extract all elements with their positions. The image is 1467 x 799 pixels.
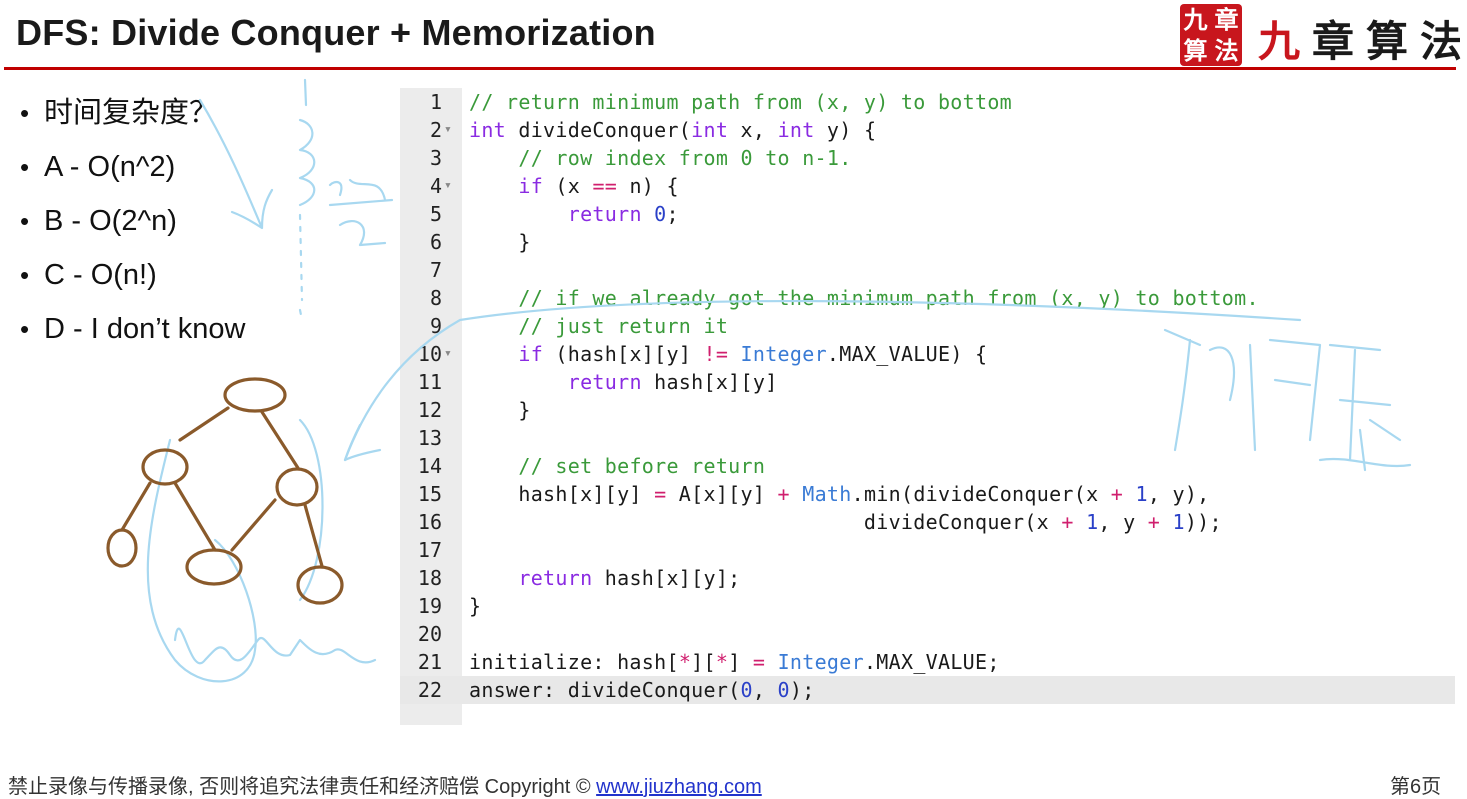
question-prompt: 时间复杂度？ [20,92,245,146]
tree-node-shared [185,548,243,586]
line-number: 12 [417,398,442,422]
code-line: 7 [400,256,1455,284]
page-number: 第6页 [1390,776,1442,798]
code-line: 4 ▾ if (x == n) { [400,172,1455,200]
tree-edge [178,406,230,442]
line-number: 13 [417,426,442,450]
line-number: 11 [417,370,442,394]
tree-node-right-right [296,565,344,605]
code-line: 11 return hash[x][y] [400,368,1455,396]
code-text: } [469,230,531,254]
code-line: 15 hash[x][y] = A[x][y] + Math.min(divid… [400,480,1455,508]
line-number: 10 [417,342,442,366]
tree-edge [230,498,277,552]
line-number: 21 [417,650,442,674]
code-text: } [469,398,531,422]
line-number: 4 [429,174,442,198]
line-number: 22 [417,678,442,702]
line-number: 16 [417,510,442,534]
code-line: 20 [400,620,1455,648]
logo-seal-icon: 九 章 算 法 [1180,4,1242,66]
code-text: // return minimum path from (x, y) to bo… [469,90,1013,114]
code-text: initialize: hash[*][*] = Integer.MAX_VAL… [469,650,1000,674]
fold-toggle-icon[interactable]: ▾ [444,340,452,368]
line-number: 7 [429,258,442,282]
code-line: 5 return 0; [400,200,1455,228]
tree-edge [303,503,324,568]
line-number: 2 [429,118,442,142]
code-line: 6 } [400,228,1455,256]
line-number: 18 [417,566,442,590]
title-divider [4,67,1456,70]
fold-toggle-icon[interactable]: ▾ [444,172,452,200]
tree-edge [173,481,217,552]
option-d: D - I don’t know [20,308,245,362]
code-text: hash[x][y] = A[x][y] + Math.min(divideCo… [469,482,1210,506]
line-number: 5 [429,202,442,226]
code-text: int divideConquer(int x, int y) { [469,118,877,142]
fold-toggle-icon[interactable]: ▾ [444,116,452,144]
option-b: B - O(2^n) [20,200,245,254]
code-line: 2 ▾ int divideConquer(int x, int y) { [400,116,1455,144]
code-line: 10 ▾ if (hash[x][y] != Integer.MAX_VALUE)… [400,340,1455,368]
tree-edge [260,410,300,470]
code-line: 1 // return minimum path from (x, y) to b… [400,88,1455,116]
code-text: divideConquer(x + 1, y + 1)); [469,510,1222,534]
copyright-notice: 禁止录像与传播录像, 否则将追究法律责任和经济赔偿 Copyright © ww… [8,776,762,798]
code-text: return hash[x][y]; [518,566,741,590]
line-number: 20 [417,622,442,646]
jiuzhang-logo: 九 章 算 法 九章算法 [1180,4,1462,68]
code-line: 8 // if we already got the minimum path … [400,284,1455,312]
code-text: if (x == n) { [518,174,679,198]
tree-edge [120,481,152,532]
code-line: 14 // set before return [400,452,1455,480]
line-number: 1 [429,90,442,114]
line-number: 14 [417,454,442,478]
line-number: 3 [429,146,442,170]
option-c: C - O(n!) [20,254,245,308]
line-number: 15 [417,482,442,506]
line-number: 19 [417,594,442,618]
code-line: 18 return hash[x][y]; [400,564,1455,592]
option-a: A - O(n^2) [20,146,245,200]
code-line: 13 [400,424,1455,452]
tree-node-left-left [106,528,138,568]
code-line: 12 } [400,396,1455,424]
code-text: } [469,594,482,618]
line-number: 9 [429,314,442,338]
logo-wordmark: 九章算法 [1258,17,1467,66]
code-editor: 1 // return minimum path from (x, y) to b… [400,88,1455,725]
code-line: 22 answer: divideConquer(0, 0); [400,676,1455,704]
code-line: 19} [400,592,1455,620]
recursion-tree-drawing [106,377,344,605]
code-text: // just return it [518,314,729,338]
question-list: 时间复杂度？ A - O(n^2) B - O(2^n) C - O(n!) D… [20,92,245,362]
code-text: if (hash[x][y] != Integer.MAX_VALUE) { [518,342,988,366]
code-line: 9 // just return it [400,312,1455,340]
code-line: 3 // row index from 0 to n-1. [400,144,1455,172]
line-number: 8 [429,286,442,310]
line-number: 17 [417,538,442,562]
line-number: 6 [429,230,442,254]
code-text: return 0; [567,202,679,226]
tree-node-root [223,377,287,413]
code-text: // row index from 0 to n-1. [518,146,852,170]
slide-title: DFS: Divide Conquer + Memorization [16,12,656,53]
tree-node-right [275,467,319,507]
code-line: 17 [400,536,1455,564]
code-text: answer: divideConquer(0, 0); [469,678,815,702]
code-text: // set before return [518,454,766,478]
tree-node-left [141,448,189,486]
code-line: 21 initialize: hash[*][*] = Integer.MAX_V… [400,648,1455,676]
code-text: // if we already got the minimum path fr… [518,286,1259,310]
code-line: 16 divideConquer(x + 1, y + 1)); [400,508,1455,536]
website-link[interactable]: www.jiuzhang.com [596,776,762,798]
code-text: return hash[x][y] [567,370,778,394]
